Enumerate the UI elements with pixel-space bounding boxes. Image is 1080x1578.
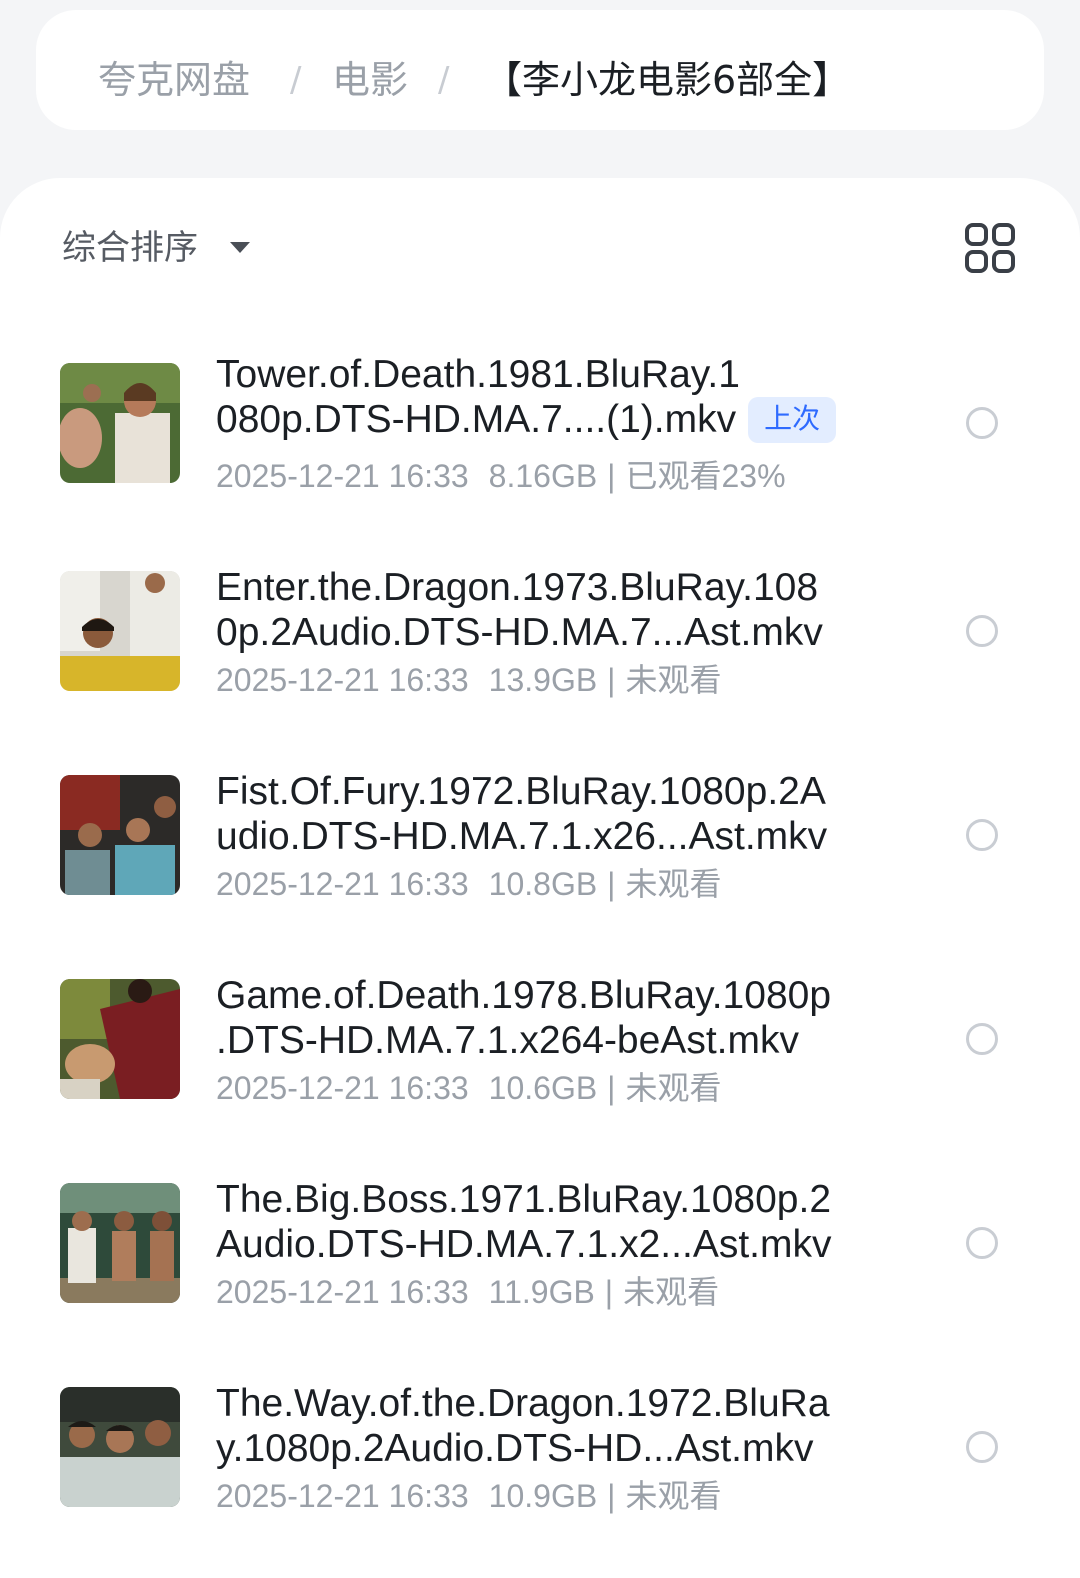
sort-dropdown-label[interactable]: 综合排序 xyxy=(62,226,198,270)
file-row[interactable]: Enter.the.Dragon.1973.BluRay.108 0p.2Aud… xyxy=(0,548,1080,708)
video-thumbnail xyxy=(60,1387,180,1507)
select-radio[interactable] xyxy=(966,819,998,851)
select-radio[interactable] xyxy=(966,407,998,439)
file-meta: 2025-12-21 16:33 8.16GB | 已观看23% xyxy=(216,458,786,494)
select-radio[interactable] xyxy=(966,1227,998,1259)
breadcrumb-root[interactable]: 夸克网盘 xyxy=(98,54,250,106)
select-radio[interactable] xyxy=(966,1023,998,1055)
breadcrumb: 夸克网盘 / 电影 / 【李小龙电影6部全】 xyxy=(36,10,1044,130)
file-name: Enter.the.Dragon.1973.BluRay.108 0p.2Aud… xyxy=(216,566,823,654)
breadcrumb-current: 【李小龙电影6部全】 xyxy=(484,58,851,102)
breadcrumb-separator: / xyxy=(438,60,450,100)
video-thumbnail xyxy=(60,571,180,691)
file-meta: 2025-12-21 16:33 10.9GB | 未观看 xyxy=(216,1478,722,1514)
file-row[interactable]: The.Big.Boss.1971.BluRay.1080p.2 Audio.D… xyxy=(0,1160,1080,1320)
file-name: Game.of.Death.1978.BluRay.1080p .DTS-HD.… xyxy=(216,974,832,1062)
breadcrumb-folder[interactable]: 电影 xyxy=(332,54,408,106)
video-thumbnail xyxy=(60,979,180,1099)
grid-view-icon[interactable] xyxy=(964,222,1016,274)
video-thumbnail xyxy=(60,363,180,483)
select-radio[interactable] xyxy=(966,615,998,647)
file-name: The.Way.of.the.Dragon.1972.BluRa y.1080p… xyxy=(216,1382,830,1470)
video-thumbnail xyxy=(60,775,180,895)
file-row[interactable]: Fist.Of.Fury.1972.BluRay.1080p.2A udio.D… xyxy=(0,752,1080,912)
video-thumbnail xyxy=(60,1183,180,1303)
file-row[interactable]: The.Way.of.the.Dragon.1972.BluRa y.1080p… xyxy=(0,1364,1080,1524)
breadcrumb-separator: / xyxy=(290,60,302,100)
select-radio[interactable] xyxy=(966,1431,998,1463)
file-meta: 2025-12-21 16:33 13.9GB | 未观看 xyxy=(216,662,722,698)
file-meta: 2025-12-21 16:33 10.6GB | 未观看 xyxy=(216,1070,722,1106)
file-row[interactable]: Game.of.Death.1978.BluRay.1080p .DTS-HD.… xyxy=(0,956,1080,1116)
file-name: Fist.Of.Fury.1972.BluRay.1080p.2A udio.D… xyxy=(216,770,828,858)
file-meta: 2025-12-21 16:33 11.9GB | 未观看 xyxy=(216,1274,720,1310)
caret-down-icon[interactable] xyxy=(230,242,250,253)
last-played-badge: 上次 xyxy=(748,397,837,443)
file-row[interactable]: Tower.of.Death.1981.BluRay.1 080p.DTS-HD… xyxy=(0,340,1080,500)
file-name: Tower.of.Death.1981.BluRay.1 080p.DTS-HD… xyxy=(216,352,896,443)
file-name: The.Big.Boss.1971.BluRay.1080p.2 Audio.D… xyxy=(216,1178,832,1266)
file-meta: 2025-12-21 16:33 10.8GB | 未观看 xyxy=(216,866,722,902)
